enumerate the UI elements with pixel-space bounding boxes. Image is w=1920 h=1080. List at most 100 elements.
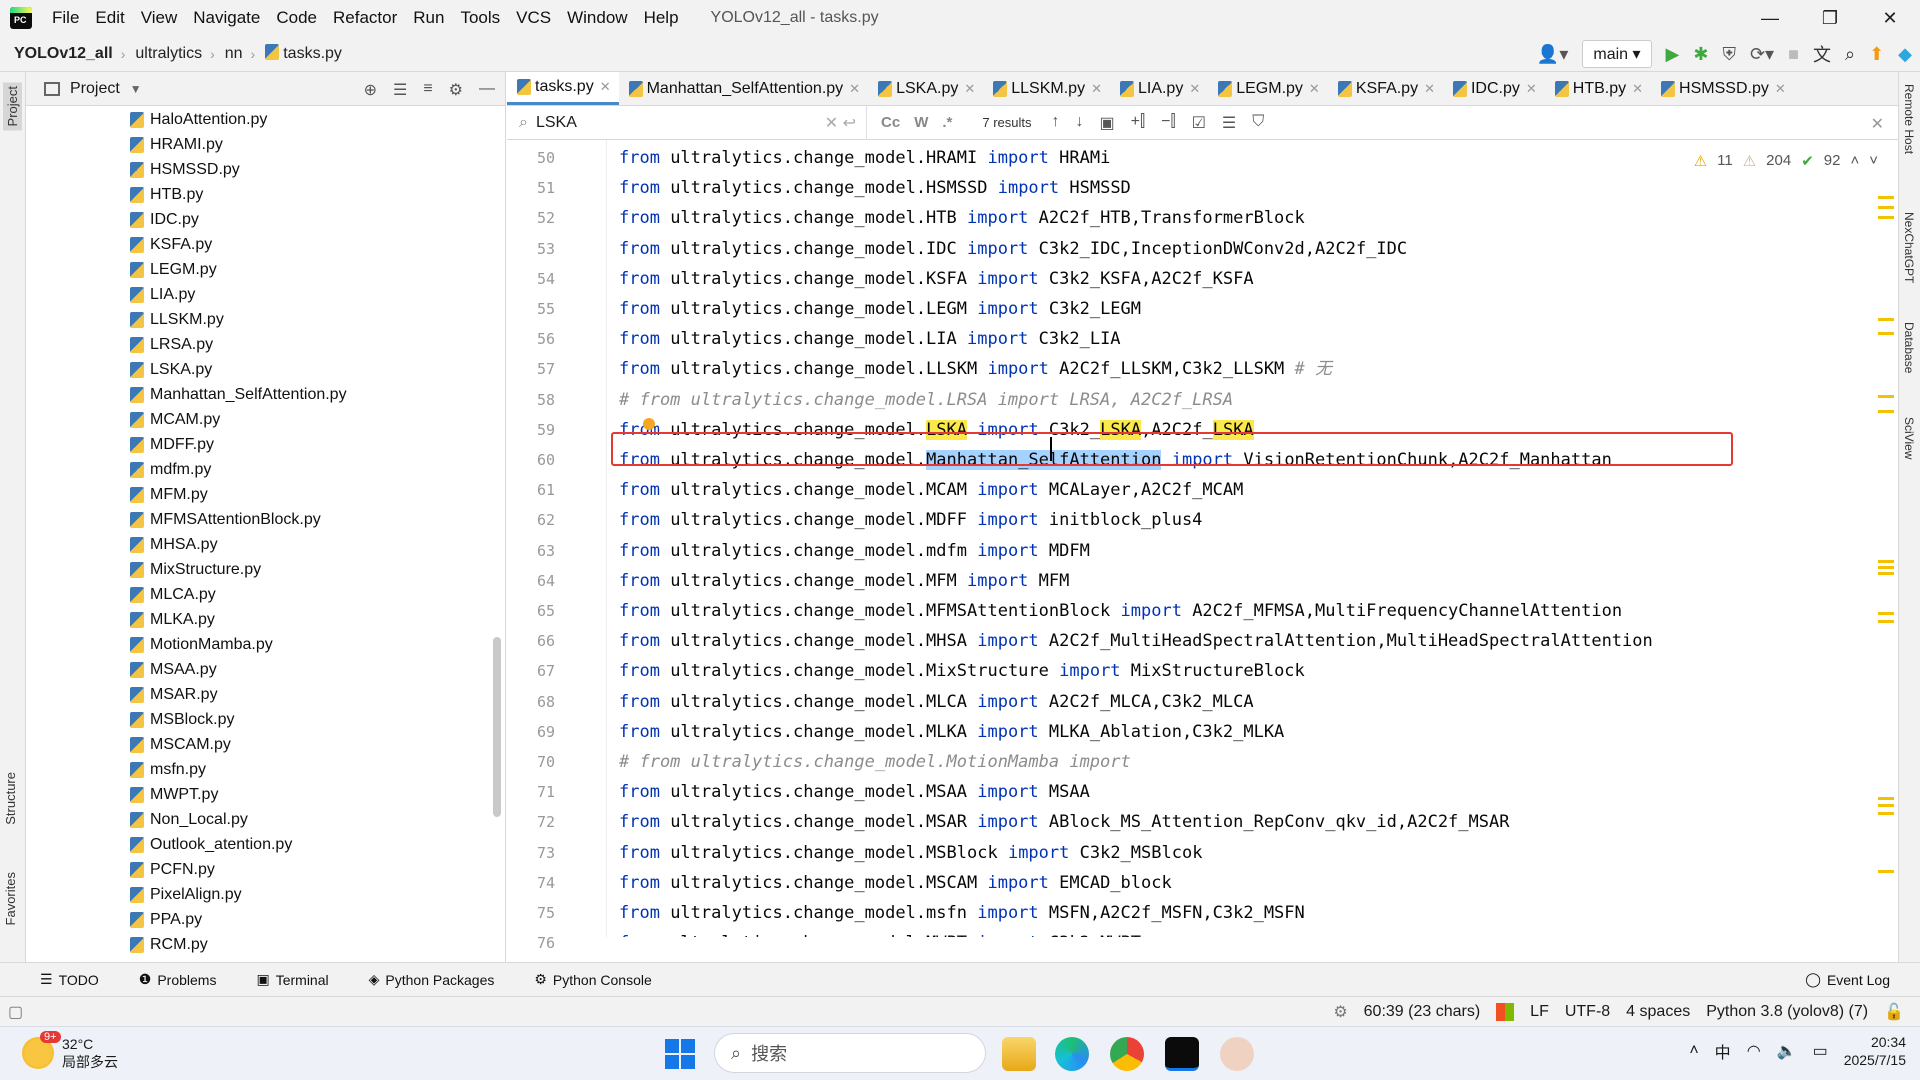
menu-help[interactable]: Help bbox=[636, 8, 687, 28]
tab-legm[interactable]: LEGM.py ✕ bbox=[1208, 72, 1328, 105]
debug-icon[interactable]: ✱ bbox=[1693, 44, 1708, 65]
stripe-mark[interactable] bbox=[1878, 318, 1894, 321]
close-find-icon[interactable]: ✕ bbox=[1871, 114, 1884, 134]
code-line[interactable]: # from ultralytics.change_model.MotionMa… bbox=[619, 747, 1887, 777]
menu-navigate[interactable]: Navigate bbox=[185, 8, 268, 28]
tree-item[interactable]: MHSA.py bbox=[26, 532, 505, 557]
tool-window-database[interactable]: Database bbox=[1902, 322, 1916, 373]
code-line[interactable]: from ultralytics.change_model.HSMSSD imp… bbox=[619, 173, 1887, 203]
expand-all-icon[interactable]: ☰ bbox=[393, 80, 407, 100]
stripe-mark[interactable] bbox=[1878, 206, 1894, 209]
stripe-mark[interactable] bbox=[1878, 410, 1894, 413]
code-line[interactable]: from ultralytics.change_model.MLCA impor… bbox=[619, 687, 1887, 717]
run-icon[interactable]: ▶ bbox=[1666, 44, 1680, 65]
code-line[interactable]: from ultralytics.change_model.MSAR impor… bbox=[619, 807, 1887, 837]
pycharm-taskbar-icon[interactable] bbox=[1165, 1037, 1199, 1071]
tree-item[interactable]: MCAM.py bbox=[26, 407, 505, 432]
menu-tools[interactable]: Tools bbox=[452, 8, 508, 28]
chevron-down-icon[interactable]: ▼ bbox=[130, 82, 142, 96]
stripe-mark[interactable] bbox=[1878, 612, 1894, 615]
stripe-mark[interactable] bbox=[1878, 797, 1894, 800]
regex-toggle[interactable]: .* bbox=[942, 114, 952, 131]
tree-item[interactable]: mdfm.py bbox=[26, 457, 505, 482]
collapse-all-icon[interactable]: ≡ bbox=[423, 80, 432, 100]
user-icon[interactable]: 👤▾ bbox=[1537, 44, 1568, 65]
clear-icon[interactable]: ✕ ↩ bbox=[825, 113, 866, 133]
close-tab-icon[interactable]: ✕ bbox=[849, 81, 860, 97]
search-icon[interactable]: ⌕ bbox=[1845, 44, 1855, 65]
hide-icon[interactable]: — bbox=[479, 80, 495, 100]
tree-item[interactable]: LEGM.py bbox=[26, 257, 505, 282]
code-line[interactable]: from ultralytics.change_model.LIA import… bbox=[619, 324, 1887, 354]
close-tab-icon[interactable]: ✕ bbox=[1309, 81, 1320, 97]
inspection-widget[interactable]: ⚠ 11 ⚠ 204 ✔ 92 ˄ ˅ bbox=[1694, 152, 1878, 170]
menu-window[interactable]: Window bbox=[559, 8, 635, 28]
tree-item[interactable]: MWPT.py bbox=[26, 782, 505, 807]
select-all-icon[interactable]: ☑ bbox=[1192, 113, 1206, 133]
translate-icon[interactable]: 文 bbox=[1813, 41, 1831, 67]
tree-item[interactable]: MSBlock.py bbox=[26, 707, 505, 732]
code-line[interactable]: from ultralytics.change_model.MCAM impor… bbox=[619, 475, 1887, 505]
close-tab-icon[interactable]: ✕ bbox=[1775, 81, 1786, 97]
tree-item[interactable]: MSAR.py bbox=[26, 682, 505, 707]
tool-tab-python-packages[interactable]: ◈ Python Packages bbox=[369, 971, 495, 988]
chevron-down-icon[interactable]: ˅ bbox=[1869, 152, 1878, 170]
weather-widget[interactable]: 9+ 32°C 局部多云 bbox=[22, 1031, 118, 1071]
breadcrumb-ultralytics[interactable]: ultralytics bbox=[135, 45, 202, 63]
gear-icon[interactable]: ⚙ bbox=[449, 80, 463, 100]
python-interpreter[interactable]: Python 3.8 (yolov8) (7) bbox=[1706, 1003, 1868, 1021]
code-line[interactable]: from ultralytics.change_model.MHSA impor… bbox=[619, 626, 1887, 656]
chrome-icon[interactable] bbox=[1110, 1037, 1144, 1071]
stripe-mark[interactable] bbox=[1878, 812, 1894, 815]
stripe-mark[interactable] bbox=[1878, 804, 1894, 807]
find-input[interactable]: ⌕ LSKA ✕ ↩ bbox=[507, 105, 867, 140]
code-line[interactable]: from ultralytics.change_model.MFMSAttent… bbox=[619, 596, 1887, 626]
tree-item[interactable]: MFMSAttentionBlock.py bbox=[26, 507, 505, 532]
tree-item[interactable]: MixStructure.py bbox=[26, 557, 505, 582]
tree-item[interactable]: LRSA.py bbox=[26, 332, 505, 357]
code-view[interactable]: from ultralytics.change_model.HRAMI impo… bbox=[607, 140, 1887, 937]
tree-item[interactable]: Non_Local.py bbox=[26, 807, 505, 832]
tree-item[interactable]: LIA.py bbox=[26, 282, 505, 307]
whole-word-toggle[interactable]: W bbox=[914, 114, 928, 131]
maximize-button[interactable]: ❐ bbox=[1800, 0, 1860, 36]
code-line[interactable]: from ultralytics.change_model.MixStructu… bbox=[619, 656, 1887, 686]
code-line[interactable]: from ultralytics.change_model.MFM import… bbox=[619, 566, 1887, 596]
code-line[interactable]: from ultralytics.change_model.Manhattan_… bbox=[619, 445, 1887, 475]
tab-llskm[interactable]: LLSKM.py ✕ bbox=[983, 72, 1110, 105]
open-in-window-icon[interactable]: ▣ bbox=[1100, 113, 1115, 133]
code-line[interactable]: from ultralytics.change_model.KSFA impor… bbox=[619, 264, 1887, 294]
clock[interactable]: 20:34 2025/7/15 bbox=[1844, 1033, 1906, 1069]
tree-item[interactable]: Outlook_atention.py bbox=[26, 832, 505, 857]
tree-item[interactable]: LLSKM.py bbox=[26, 307, 505, 332]
avatar-app-icon[interactable] bbox=[1220, 1037, 1254, 1071]
close-button[interactable]: ✕ bbox=[1860, 0, 1920, 36]
tree-item[interactable]: LSKA.py bbox=[26, 357, 505, 382]
code-line[interactable]: from ultralytics.change_model.mdfm impor… bbox=[619, 536, 1887, 566]
stop-icon[interactable]: ■ bbox=[1788, 44, 1799, 65]
menu-code[interactable]: Code bbox=[268, 8, 325, 28]
code-line[interactable]: from ultralytics.change_model.MWPT impor… bbox=[619, 928, 1887, 937]
stripe-mark[interactable] bbox=[1878, 332, 1894, 335]
tree-item[interactable]: MDFF.py bbox=[26, 432, 505, 457]
project-panel-title[interactable]: Project bbox=[70, 80, 120, 98]
tool-window-favorites[interactable]: Favorites bbox=[3, 872, 18, 925]
filter-icon[interactable]: ⛉ bbox=[1252, 113, 1264, 133]
indent-setting[interactable]: 4 spaces bbox=[1626, 1003, 1690, 1021]
line-separator[interactable]: LF bbox=[1530, 1003, 1549, 1021]
tree-item[interactable]: MLCA.py bbox=[26, 582, 505, 607]
tree-item[interactable]: Manhattan_SelfAttention.py bbox=[26, 382, 505, 407]
menu-edit[interactable]: Edit bbox=[87, 8, 132, 28]
wifi-icon[interactable]: ◠ bbox=[1747, 1041, 1761, 1061]
code-line[interactable]: from ultralytics.change_model.MDFF impor… bbox=[619, 505, 1887, 535]
stripe-mark[interactable] bbox=[1878, 395, 1894, 398]
tab-tasks[interactable]: tasks.py ✕ bbox=[507, 72, 619, 105]
plugin-icon[interactable]: ◆ bbox=[1898, 44, 1912, 65]
tool-window-structure[interactable]: Structure bbox=[3, 772, 18, 825]
tab-manhattan_selfattention[interactable]: Manhattan_SelfAttention.py ✕ bbox=[619, 72, 868, 105]
tool-tab-problems[interactable]: ❶ Problems bbox=[139, 971, 217, 988]
volume-icon[interactable]: 🔈 bbox=[1777, 1041, 1797, 1061]
menu-refactor[interactable]: Refactor bbox=[325, 8, 405, 28]
stripe-mark[interactable] bbox=[1878, 620, 1894, 623]
code-line[interactable]: from ultralytics.change_model.MSCAM impo… bbox=[619, 868, 1887, 898]
